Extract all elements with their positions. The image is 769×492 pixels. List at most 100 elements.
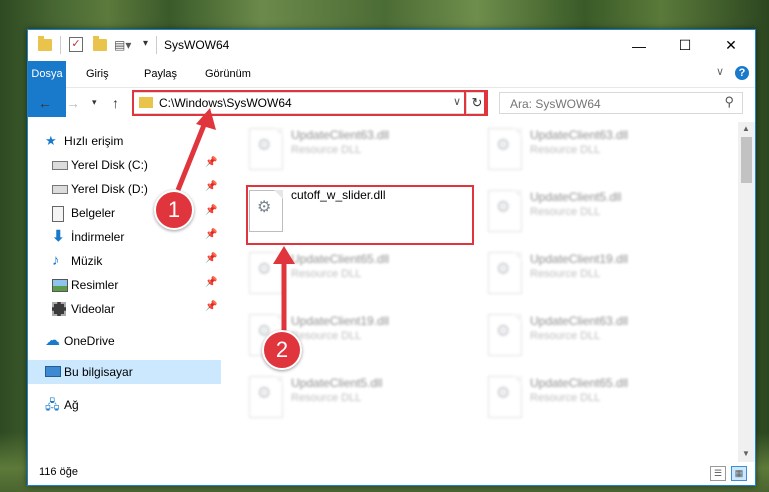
scroll-up-icon[interactable]: ▲ xyxy=(742,124,750,133)
file-name: UpdateClient65.dll xyxy=(291,252,390,266)
pin-icon[interactable]: 📌 xyxy=(205,205,217,216)
file-item[interactable]: ⚙ UpdateClient65.dll Resource DLL xyxy=(237,246,467,302)
file-type: Resource DLL xyxy=(530,268,601,280)
customize-toolbar-icon[interactable]: ▤▾ xyxy=(114,38,131,54)
video-icon xyxy=(52,302,66,316)
sidebar-item-disk-d[interactable]: Yerel Disk (D:) 📌 xyxy=(28,178,221,200)
gear-icon: ⚙ xyxy=(496,137,511,154)
new-folder-icon[interactable] xyxy=(93,36,107,51)
title-bar: ✓ ▤▾ ▾ SysWOW64 — ☐ ✕ xyxy=(28,30,755,61)
chevron-down-icon[interactable]: ∨ xyxy=(716,65,724,78)
recent-locations-icon[interactable]: ▾ xyxy=(92,97,97,108)
pin-icon[interactable]: 📌 xyxy=(205,181,217,192)
file-name: UpdateClient19.dll xyxy=(530,252,629,266)
network-icon: 🖧 xyxy=(45,397,60,412)
sidebar-item-quick-access[interactable]: ★ Hızlı erişim xyxy=(28,130,221,152)
gear-icon: ⚙ xyxy=(496,385,511,402)
file-explorer-window: ✓ ▤▾ ▾ SysWOW64 — ☐ ✕ Dosya Giriş Paylaş… xyxy=(27,29,756,486)
sidebar-item-label: Yerel Disk (D:) xyxy=(71,182,148,196)
status-bar: 116 öğe ☰ ▦ xyxy=(28,462,755,485)
file-type: Resource DLL xyxy=(530,206,601,218)
file-item[interactable]: ⚙ UpdateClient19.dll Resource DLL xyxy=(476,246,706,302)
file-type: Resource DLL xyxy=(291,268,362,280)
sidebar-item-label: Bu bilgisayar xyxy=(64,365,133,379)
forward-arrow-icon[interactable]: → xyxy=(66,95,80,111)
sidebar-item-label: Belgeler xyxy=(71,206,116,220)
pin-icon[interactable]: 📌 xyxy=(205,277,217,288)
back-arrow-icon[interactable]: ← xyxy=(38,95,52,111)
sidebar-item-label: Resimler xyxy=(71,278,119,292)
folder-icon xyxy=(38,36,52,51)
pin-icon[interactable]: 📌 xyxy=(205,229,217,240)
gear-icon: ⚙ xyxy=(496,199,511,216)
maximize-button[interactable]: ☐ xyxy=(662,30,708,61)
sidebar-item-label: İndirmeler xyxy=(71,230,125,244)
refresh-highlight-box xyxy=(464,90,488,116)
pin-icon[interactable]: 📌 xyxy=(205,157,217,168)
tab-view[interactable]: Görünüm xyxy=(193,61,263,87)
file-item[interactable]: ⚙ UpdateClient5.dll Resource DLL xyxy=(476,184,706,240)
tab-home[interactable]: Giriş xyxy=(74,61,121,87)
search-box[interactable]: ⚲ xyxy=(499,92,743,114)
file-name: UpdateClient19.dll xyxy=(291,314,390,328)
sidebar-item-network[interactable]: 🖧 Ağ xyxy=(28,394,221,416)
details-view-icon[interactable]: ☰ xyxy=(710,466,726,481)
window-title: SysWOW64 xyxy=(164,38,230,52)
file-item[interactable]: ⚙ UpdateClient65.dll Resource DLL xyxy=(476,370,706,426)
pin-icon[interactable]: 📌 xyxy=(205,253,217,264)
navigation-pane: ★ Hızlı erişim Yerel Disk (C:) 📌 Yerel D… xyxy=(28,122,221,462)
file-name: UpdateClient63.dll xyxy=(530,314,629,328)
search-input[interactable] xyxy=(508,95,712,113)
file-name: UpdateClient65.dll xyxy=(530,376,629,390)
properties-icon[interactable]: ✓ xyxy=(69,37,83,52)
file-list: ⚙ UpdateClient63.dll Resource DLL ⚙ Upda… xyxy=(221,122,738,462)
large-icons-view-icon[interactable]: ▦ xyxy=(731,466,747,481)
file-type: Resource DLL xyxy=(291,392,362,404)
file-name: UpdateClient5.dll xyxy=(291,376,383,390)
divider xyxy=(156,36,157,54)
sidebar-item-videos[interactable]: Videolar 📌 xyxy=(28,298,221,320)
scroll-down-icon[interactable]: ▼ xyxy=(742,449,750,458)
documents-icon xyxy=(52,206,64,222)
close-button[interactable]: ✕ xyxy=(708,30,754,61)
gear-icon: ⚙ xyxy=(257,137,272,154)
sidebar-item-label: Videolar xyxy=(71,302,115,316)
search-icon[interactable]: ⚲ xyxy=(724,94,734,110)
sidebar-item-this-pc[interactable]: Bu bilgisayar xyxy=(28,360,221,384)
toolbar-dropdown-icon[interactable]: ▾ xyxy=(143,38,148,54)
item-count: 116 öğe xyxy=(39,466,78,478)
sidebar-item-label: Hızlı erişim xyxy=(64,134,124,148)
sidebar-item-label: Müzik xyxy=(71,254,103,268)
file-type: Resource DLL xyxy=(291,330,362,342)
sidebar-item-label: Ağ xyxy=(64,398,79,412)
help-icon[interactable]: ? xyxy=(735,66,749,80)
step-badge-2: 2 xyxy=(262,330,302,370)
file-type: Resource DLL xyxy=(530,330,601,342)
address-highlight-box xyxy=(132,90,486,116)
file-item[interactable]: ⚙ UpdateClient63.dll Resource DLL xyxy=(476,122,706,178)
sidebar-item-music[interactable]: ♪ Müzik 📌 xyxy=(28,250,221,272)
file-item[interactable]: ⚙ UpdateClient63.dll Resource DLL xyxy=(237,122,467,178)
sidebar-item-onedrive[interactable]: ☁ OneDrive xyxy=(28,330,221,352)
sidebar-item-disk-c[interactable]: Yerel Disk (C:) 📌 xyxy=(28,154,221,176)
file-item[interactable]: ⚙ UpdateClient63.dll Resource DLL xyxy=(476,308,706,364)
minimize-button[interactable]: — xyxy=(616,30,662,61)
sidebar-item-label: Yerel Disk (C:) xyxy=(71,158,148,172)
drive-icon xyxy=(52,161,68,170)
gear-icon: ⚙ xyxy=(496,261,511,278)
up-arrow-icon[interactable]: ↑ xyxy=(112,95,119,111)
pin-icon[interactable]: 📌 xyxy=(205,301,217,312)
file-item[interactable]: ⚙ UpdateClient5.dll Resource DLL xyxy=(237,370,467,426)
file-type: Resource DLL xyxy=(530,392,601,404)
file-name: UpdateClient63.dll xyxy=(530,128,629,142)
divider xyxy=(60,36,61,54)
file-highlight-box xyxy=(246,185,474,245)
sidebar-item-pictures[interactable]: Resimler 📌 xyxy=(28,274,221,296)
sidebar-item-downloads[interactable]: ⬇ İndirmeler 📌 xyxy=(28,226,221,248)
tab-share[interactable]: Paylaş xyxy=(132,61,189,87)
vertical-scrollbar[interactable]: ▲ ▼ xyxy=(738,122,755,462)
scrollbar-thumb[interactable] xyxy=(741,137,752,183)
file-name: UpdateClient63.dll xyxy=(291,128,390,142)
step-badge-1: 1 xyxy=(154,190,194,230)
file-type: Resource DLL xyxy=(530,144,601,156)
